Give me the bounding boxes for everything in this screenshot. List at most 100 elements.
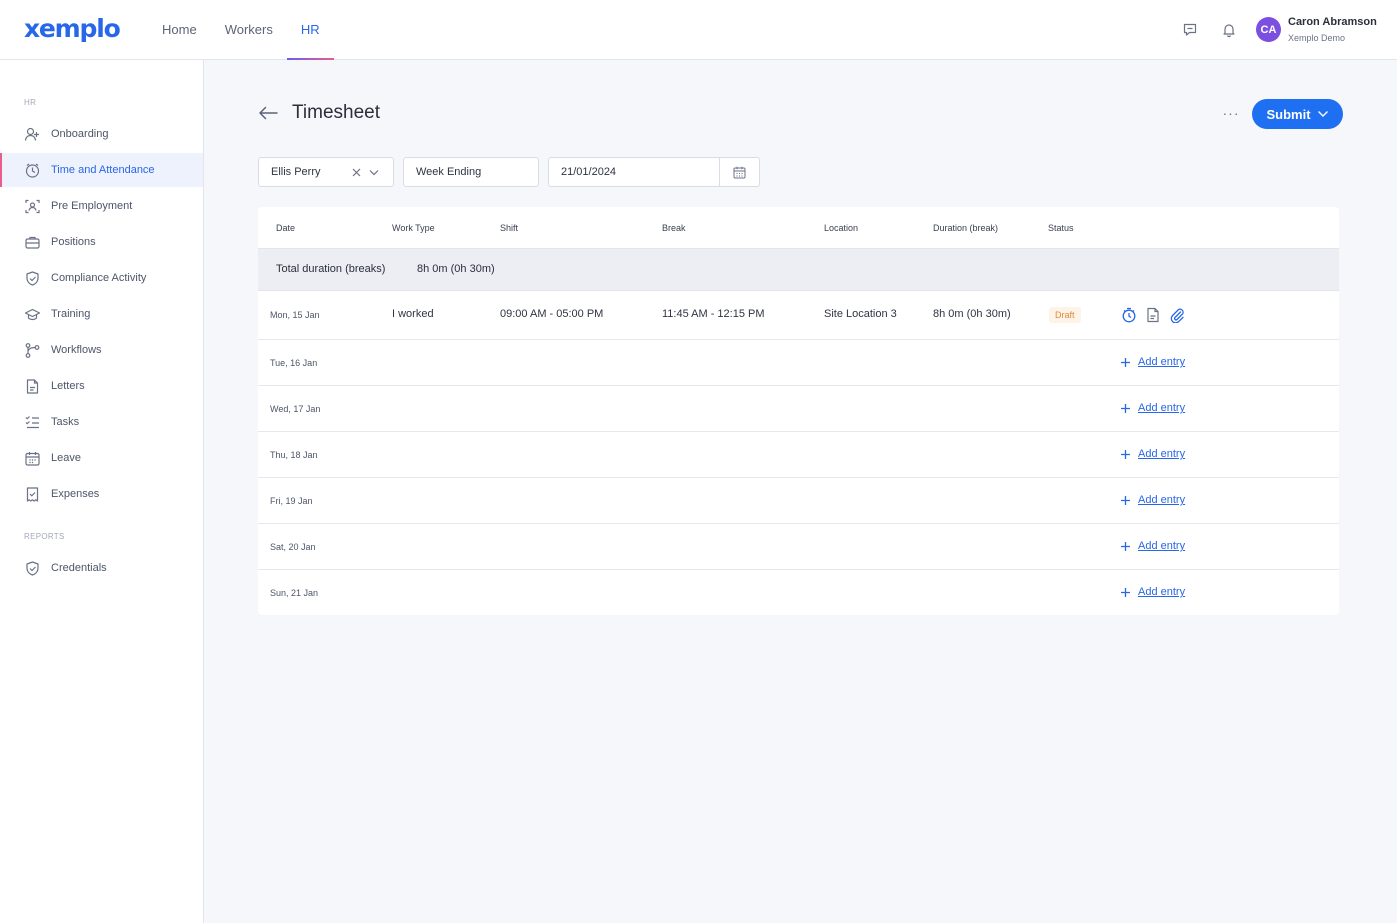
clear-icon[interactable] [352,168,361,177]
total-duration-value: 8h 0m (0h 30m) [417,263,495,275]
sidebar-item-letters[interactable]: Letters [0,369,203,403]
add-entry-button[interactable]: Add entry [1120,356,1185,368]
shield-check-icon [26,271,39,286]
table-row[interactable]: Mon, 15 Jan I worked 09:00 AM - 05:00 PM… [258,291,1339,340]
attachment-icon[interactable] [1169,307,1185,323]
table-row: Tue, 16 Jan Add entry [258,340,1339,386]
clock-icon [25,163,40,178]
column-shift: Shift [500,223,519,233]
submit-label: Submit [1266,106,1311,122]
sidebar-item-credentials[interactable]: Credentials [0,551,203,585]
sidebar-item-time-and-attendance[interactable]: Time and Attendance [0,153,203,187]
more-dots-icon: ··· [1222,105,1240,121]
worker-select-value: Ellis Perry [271,166,321,178]
xemplo-logo[interactable]: xemplo [24,14,121,44]
period-type-value: Week Ending [416,166,482,178]
graduation-cap-icon [24,308,41,321]
sidebar-item-label: Expenses [51,488,100,500]
row-date: Wed, 17 Jan [270,404,321,414]
table-header: Date Work Type Shift Break Location Dura… [258,207,1339,249]
column-status: Status [1048,223,1074,233]
sidebar-item-tasks[interactable]: Tasks [0,405,203,439]
table-row: Sat, 20 Jan Add entry [258,524,1339,570]
total-duration-label: Total duration (breaks) [276,263,386,275]
sidebar-item-label: Onboarding [51,128,109,140]
table-row: Wed, 17 Jan Add entry [258,386,1339,432]
column-duration: Duration (break) [933,223,999,233]
sidebar-item-label: Letters [51,380,85,392]
sidebar-item-expenses[interactable]: Expenses [0,477,203,511]
plus-icon [1121,357,1130,367]
period-type-field[interactable]: Week Ending [403,157,539,187]
add-entry-label: Add entry [1138,448,1186,460]
row-date: Mon, 15 Jan [270,310,320,320]
row-date: Sat, 20 Jan [270,542,316,552]
briefcase-icon [25,236,40,249]
row-location: Site Location 3 [824,308,897,320]
back-arrow-icon[interactable] [257,104,279,122]
add-entry-label: Add entry [1138,586,1186,598]
nav-workers[interactable]: Workers [211,0,287,60]
table-row: Thu, 18 Jan Add entry [258,432,1339,478]
chevron-down-icon [1317,111,1328,117]
receipt-icon [26,487,39,502]
sidebar-item-label: Time and Attendance [51,164,155,176]
nav-hr[interactable]: HR [286,0,334,60]
chat-icon[interactable] [1179,19,1201,41]
plus-icon [1121,495,1130,505]
add-entry-button[interactable]: Add entry [1120,540,1185,552]
submit-button[interactable]: Submit [1252,99,1343,129]
add-entry-button[interactable]: Add entry [1120,448,1185,460]
row-date: Fri, 19 Jan [270,496,313,506]
row-date: Thu, 18 Jan [270,450,318,460]
plus-icon [1121,541,1130,551]
sidebar-item-pre-employment[interactable]: Pre Employment [0,189,203,223]
add-entry-button[interactable]: Add entry [1120,586,1185,598]
sidebar-item-label: Compliance Activity [51,272,147,284]
user-scan-icon [25,199,40,214]
add-entry-button[interactable]: Add entry [1120,402,1185,414]
sidebar-item-workflows[interactable]: Workflows [0,333,203,367]
avatar[interactable]: CA [1256,17,1281,42]
plus-icon [1121,587,1130,597]
bell-icon[interactable] [1218,19,1240,41]
sidebar-item-label: Positions [51,236,96,248]
sidebar-item-training[interactable]: Training [0,297,203,331]
checklist-icon [25,416,39,429]
sidebar-item-positions[interactable]: Positions [0,225,203,259]
user-plus-icon [24,127,39,141]
user-name[interactable]: Caron Abramson [1288,16,1377,28]
note-icon[interactable] [1145,307,1161,323]
row-date: Sun, 21 Jan [270,588,319,598]
total-duration-row: Total duration (breaks) 8h 0m (0h 30m) [258,249,1339,291]
column-work-type: Work Type [392,223,435,233]
sidebar: HR Onboarding Time and Attendance Pre Em… [0,60,204,923]
top-bar: xemplo Home Workers HR CA Caron Abramson… [0,0,1397,60]
row-date: Tue, 16 Jan [270,358,318,368]
sidebar-item-label: Workflows [51,344,102,356]
sidebar-item-leave[interactable]: Leave [0,441,203,475]
table-row: Fri, 19 Jan Add entry [258,478,1339,524]
row-shift: 09:00 AM - 05:00 PM [500,308,604,320]
sidebar-item-label: Training [51,308,91,320]
sidebar-section-hr: HR [24,98,37,107]
plus-icon [1121,449,1130,459]
worker-select[interactable]: Ellis Perry [258,157,394,187]
sidebar-item-compliance-activity[interactable]: Compliance Activity [0,261,203,295]
row-work-type: I worked [392,308,434,320]
plus-icon [1121,403,1130,413]
sidebar-item-label: Pre Employment [51,200,133,212]
sidebar-item-onboarding[interactable]: Onboarding [0,117,203,151]
add-entry-label: Add entry [1138,494,1186,506]
column-location: Location [824,223,859,233]
sidebar-item-label: Leave [51,452,81,464]
sidebar-section-reports: REPORTS [24,532,65,541]
date-input[interactable]: 21/01/2024 [548,157,720,187]
timesheet-table: Date Work Type Shift Break Location Dura… [258,207,1339,615]
timer-icon[interactable] [1121,307,1137,323]
column-date: Date [276,223,296,233]
more-options-button[interactable]: ··· [1220,104,1242,122]
calendar-button[interactable] [719,157,760,187]
add-entry-button[interactable]: Add entry [1120,494,1185,506]
nav-home[interactable]: Home [148,0,211,60]
